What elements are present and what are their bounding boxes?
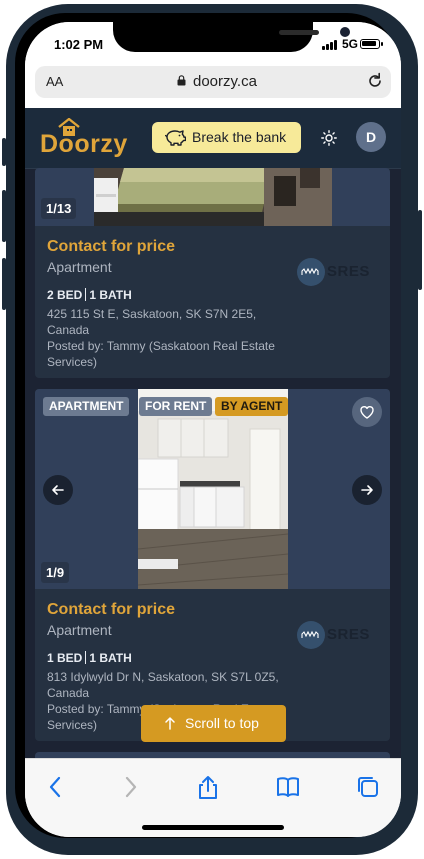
url-text[interactable]: doorzy.ca (193, 73, 257, 90)
listing-beds: 1 BED (47, 651, 83, 665)
listing-beds: 2 BED (47, 288, 83, 302)
notch (113, 22, 350, 52)
chevron-right-icon (361, 485, 373, 495)
tag-by-agent: BY AGENT (215, 397, 289, 416)
break-the-bank-button[interactable]: Break the bank (152, 122, 301, 153)
listing-photo-carousel[interactable]: 1/13 (35, 168, 390, 226)
user-avatar[interactable]: D (356, 122, 386, 152)
scroll-to-top-label: Scroll to top (185, 715, 259, 731)
doorzy-logo[interactable]: Doorzy (40, 118, 127, 158)
kitchen-photo (138, 389, 288, 589)
agency-logo-text: SRES (327, 626, 370, 643)
listing-price: Contact for price (47, 601, 176, 618)
text-size-button[interactable]: AA (46, 74, 63, 89)
browser-toolbar (25, 758, 401, 837)
photo-counter: 1/9 (41, 562, 70, 583)
forward-icon[interactable] (117, 774, 143, 800)
listing-address: 813 Idylwyld Dr N, Saskatoon, SK S7L 0Z5… (47, 670, 279, 700)
chevron-left-icon (52, 485, 64, 495)
bedroom-photo (94, 168, 332, 226)
listing-rooms: 2 BED 1 BATH (47, 288, 287, 302)
photo-counter: 1/13 (41, 198, 77, 219)
back-icon[interactable] (43, 774, 69, 800)
status-bar: 1:02 PM 5G (25, 22, 401, 68)
piggy-bank-icon (164, 130, 186, 146)
listing-property-type: Apartment (47, 622, 112, 638)
bookmarks-icon[interactable] (275, 774, 301, 800)
favorite-button[interactable] (352, 397, 382, 427)
share-icon[interactable] (195, 774, 221, 800)
agency-logo-text: SRES (327, 263, 370, 280)
scroll-to-top-button[interactable]: Scroll to top (141, 705, 286, 742)
next-photo-button[interactable] (352, 475, 382, 505)
battery-icon (360, 39, 383, 49)
volume-down-button (2, 258, 6, 310)
agency-logo-badge (297, 621, 325, 649)
heart-icon (360, 406, 374, 419)
listing-card[interactable]: APARTMENT FOR RENT BY AGENT 1/9 Contact … (35, 389, 390, 741)
screen: 1:02 PM 5G AA doorzy.ca Doorzy Break the… (25, 22, 401, 837)
listing-details: Contact for price Apartment 2 BED 1 BATH … (47, 238, 287, 370)
agency-logo: SRES (297, 258, 379, 286)
listing-photo-carousel[interactable]: APARTMENT FOR RENT BY AGENT 1/9 (35, 389, 390, 589)
mute-switch (2, 138, 6, 166)
home-indicator[interactable] (142, 825, 284, 830)
listing-posted-by: Posted by: Tammy (Saskatoon Real Estate … (47, 339, 275, 369)
status-time: 1:02 PM (54, 37, 104, 52)
arrow-up-icon (165, 717, 175, 730)
listing-card[interactable]: 1/13 Contact for price Apartment 2 BED 1 … (35, 168, 390, 378)
agency-logo: SRES (297, 621, 379, 649)
site-header: Doorzy Break the bank D (25, 108, 401, 169)
tag-apartment: APARTMENT (43, 397, 130, 416)
logo-text: Doorzy (40, 130, 128, 158)
listing-baths: 1 BATH (89, 288, 132, 302)
break-the-bank-label: Break the bank (192, 129, 287, 145)
previous-photo-button[interactable] (43, 475, 73, 505)
listing-property-type: Apartment (47, 259, 112, 275)
speaker (279, 30, 319, 35)
listing-address: 425 115 St E, Saskatoon, SK S7N 2E5, Can… (47, 307, 257, 337)
agency-logo-badge (297, 258, 325, 286)
address-bar[interactable]: AA doorzy.ca (35, 66, 391, 98)
reload-icon[interactable] (366, 72, 384, 90)
power-button (418, 210, 422, 290)
front-camera (340, 27, 350, 37)
sun-icon[interactable] (321, 130, 337, 146)
tag-for-rent: FOR RENT (139, 397, 213, 416)
lock-icon (177, 75, 186, 86)
listing-price: Contact for price (47, 238, 176, 255)
signal-icon (322, 40, 338, 50)
tabs-icon[interactable] (355, 774, 381, 800)
listing-rooms: 1 BED 1 BATH (47, 651, 287, 665)
volume-up-button (2, 190, 6, 242)
web-page: Doorzy Break the bank D 1/13 Contact for… (25, 108, 401, 758)
network-type: 5G (342, 37, 359, 51)
phone-mockup: 1:02 PM 5G AA doorzy.ca Doorzy Break the… (0, 0, 424, 859)
listing-baths: 1 BATH (89, 651, 132, 665)
